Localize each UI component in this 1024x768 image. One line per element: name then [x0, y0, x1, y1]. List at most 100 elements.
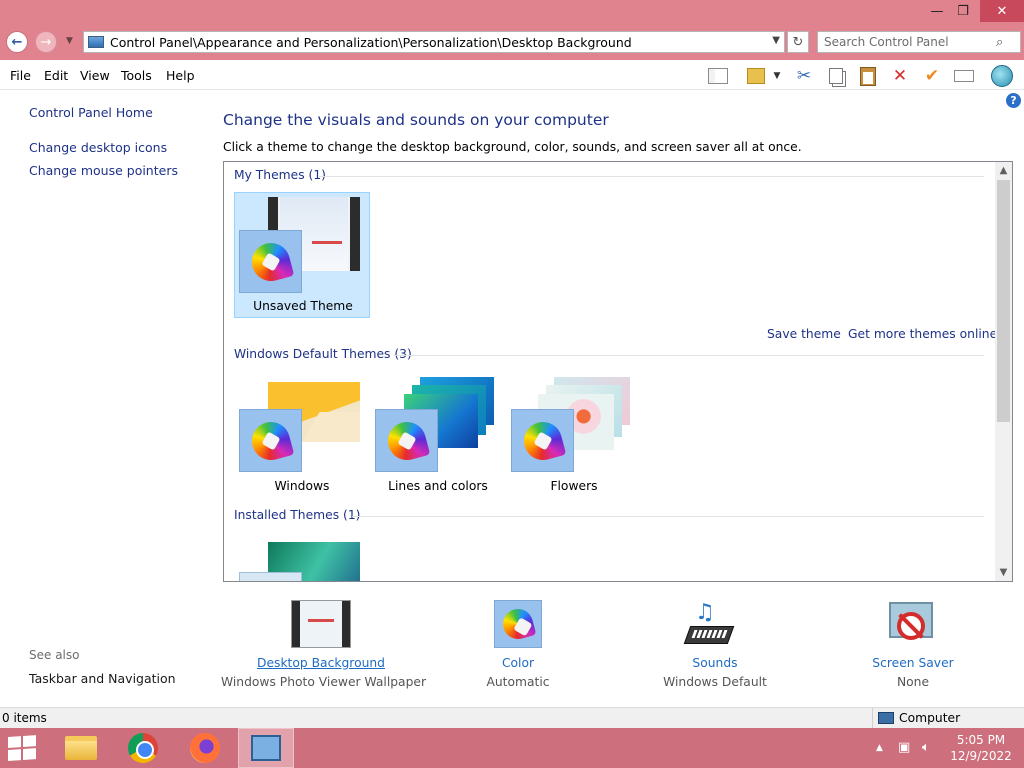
- item-count: 0 items: [2, 711, 47, 725]
- menu-tools[interactable]: Tools: [121, 68, 152, 83]
- control-panel-icon: [88, 36, 104, 48]
- theme-flowers[interactable]: Flowers: [506, 372, 642, 498]
- scroll-down-icon[interactable]: ▼: [995, 564, 1012, 581]
- paste-icon[interactable]: [856, 65, 880, 87]
- group-installed-themes: Installed Themes (1): [234, 508, 361, 522]
- search-icon[interactable]: ⌕: [996, 35, 1003, 50]
- close-button[interactable]: ✕: [980, 0, 1024, 22]
- get-more-themes-link[interactable]: Get more themes online: [848, 327, 997, 341]
- firefox-icon: [190, 733, 220, 763]
- theme-lines-and-colors[interactable]: Lines and colors: [370, 372, 506, 498]
- sounds-value: Windows Default: [663, 675, 767, 689]
- globe-icon[interactable]: [990, 65, 1014, 87]
- desktop-background-link[interactable]: Desktop Background: [221, 656, 421, 670]
- color-setting[interactable]: Color Automatic: [418, 600, 618, 689]
- theme-unsaved[interactable]: Unsaved Theme: [234, 192, 370, 318]
- menu-view[interactable]: View: [80, 68, 110, 83]
- screen-saver-link[interactable]: Screen Saver: [813, 656, 1013, 670]
- status-bar: 0 items Computer: [0, 707, 1024, 728]
- color-palette-icon: [239, 230, 302, 293]
- clock-time: 5:05 PM: [956, 733, 1006, 747]
- theme-windows[interactable]: Windows: [234, 372, 370, 498]
- color-palette-icon: [375, 409, 438, 472]
- vertical-scrollbar[interactable]: ▲ ▼: [995, 162, 1012, 581]
- group-divider: [352, 516, 984, 517]
- save-theme-link[interactable]: Save theme: [767, 327, 841, 341]
- delete-icon[interactable]: ✕: [888, 65, 912, 87]
- help-icon[interactable]: ?: [1006, 93, 1021, 108]
- search-box[interactable]: ⌕: [817, 31, 1021, 53]
- themes-list[interactable]: My Themes (1) Unsaved Theme Save theme G…: [223, 161, 1013, 582]
- cut-icon[interactable]: ✂: [792, 65, 816, 87]
- sounds-icon: ♫: [683, 600, 745, 650]
- color-value: Automatic: [486, 675, 550, 689]
- menu-file[interactable]: File: [10, 68, 31, 83]
- check-icon[interactable]: ✔: [920, 65, 944, 87]
- page-title: Change the visuals and sounds on your co…: [223, 111, 609, 129]
- screen-saver-setting[interactable]: Screen Saver None: [813, 600, 1013, 689]
- color-palette-icon: [511, 409, 574, 472]
- control-panel-home-link[interactable]: Control Panel Home: [29, 105, 153, 120]
- computer-icon: [878, 712, 894, 724]
- screen-saver-value: None: [896, 675, 930, 689]
- control-panel-taskbar-button[interactable]: [238, 728, 294, 768]
- status-location: Computer: [872, 708, 1024, 728]
- title-bar: — ❐ ✕: [0, 0, 1024, 24]
- back-button[interactable]: ←: [6, 31, 28, 53]
- change-mouse-pointers-link[interactable]: Change mouse pointers: [29, 163, 178, 178]
- page-description: Click a theme to change the desktop back…: [223, 140, 802, 154]
- sounds-setting[interactable]: ♫ Sounds Windows Default: [615, 600, 815, 689]
- theme-name: Unsaved Theme: [253, 299, 353, 313]
- rename-icon[interactable]: [952, 65, 976, 87]
- control-panel-icon: [251, 735, 281, 761]
- show-hidden-icons[interactable]: ▲: [876, 743, 883, 753]
- address-path: Control Panel\Appearance and Personaliza…: [110, 34, 632, 50]
- theme-name: Lines and colors: [388, 479, 488, 493]
- group-windows-default-themes: Windows Default Themes (3): [234, 347, 412, 361]
- color-palette-icon: [488, 600, 548, 650]
- scrollbar-thumb[interactable]: [997, 180, 1010, 422]
- menu-edit[interactable]: Edit: [44, 68, 68, 83]
- copy-icon[interactable]: [824, 65, 848, 87]
- file-explorer-taskbar-button[interactable]: [53, 728, 109, 768]
- screen-saver-icon: [883, 600, 943, 650]
- system-clock[interactable]: 5:05 PM 12/9/2022: [944, 732, 1018, 764]
- menu-bar: File Edit View Tools Help ▼ ✂ ✕ ✔: [0, 60, 1024, 90]
- properties-folder-icon[interactable]: [744, 65, 768, 87]
- clock-date: 12/9/2022: [950, 749, 1012, 763]
- menu-help[interactable]: Help: [166, 68, 195, 83]
- group-divider: [319, 176, 984, 177]
- group-my-themes: My Themes (1): [234, 168, 326, 182]
- sounds-link[interactable]: Sounds: [615, 656, 815, 670]
- theme-installed[interactable]: [234, 534, 370, 581]
- chrome-taskbar-button[interactable]: [115, 728, 171, 768]
- refresh-button[interactable]: ↻: [787, 31, 809, 53]
- firefox-taskbar-button[interactable]: [177, 728, 233, 768]
- color-link[interactable]: Color: [418, 656, 618, 670]
- group-divider: [394, 355, 984, 356]
- navigation-bar: ← → ▼ Control Panel\Appearance and Perso…: [0, 24, 1024, 60]
- theme-name: Flowers: [550, 479, 598, 493]
- taskbar-navigation-link[interactable]: Taskbar and Navigation: [29, 671, 176, 686]
- network-icon[interactable]: ▣: [898, 740, 910, 755]
- forward-button[interactable]: →: [35, 31, 57, 53]
- location-text: Computer: [899, 711, 961, 725]
- desktop-background-icon: [291, 600, 351, 650]
- desktop-background-value: Windows Photo Viewer Wallpaper: [221, 675, 427, 689]
- start-button[interactable]: [8, 735, 38, 762]
- taskbar: ▲ ▣ 🔈︎ 5:05 PM 12/9/2022: [0, 728, 1024, 768]
- volume-icon[interactable]: 🔈︎: [922, 740, 930, 755]
- left-navigation-pane: Control Panel Home Change desktop icons …: [0, 91, 210, 706]
- chrome-icon: [128, 733, 158, 763]
- chevron-down-icon[interactable]: ▼: [772, 35, 780, 46]
- search-input[interactable]: [818, 35, 994, 49]
- maximize-button[interactable]: ❐: [948, 0, 978, 22]
- history-dropdown-icon[interactable]: ▼: [66, 36, 73, 46]
- scroll-up-icon[interactable]: ▲: [995, 162, 1012, 179]
- layout-pane-icon[interactable]: [706, 65, 730, 87]
- color-palette-icon: [239, 409, 302, 472]
- desktop-background-setting[interactable]: Desktop Background Windows Photo Viewer …: [221, 600, 427, 689]
- address-bar[interactable]: Control Panel\Appearance and Personaliza…: [83, 31, 785, 53]
- change-desktop-icons-link[interactable]: Change desktop icons: [29, 140, 167, 155]
- chevron-down-icon[interactable]: ▼: [770, 65, 784, 87]
